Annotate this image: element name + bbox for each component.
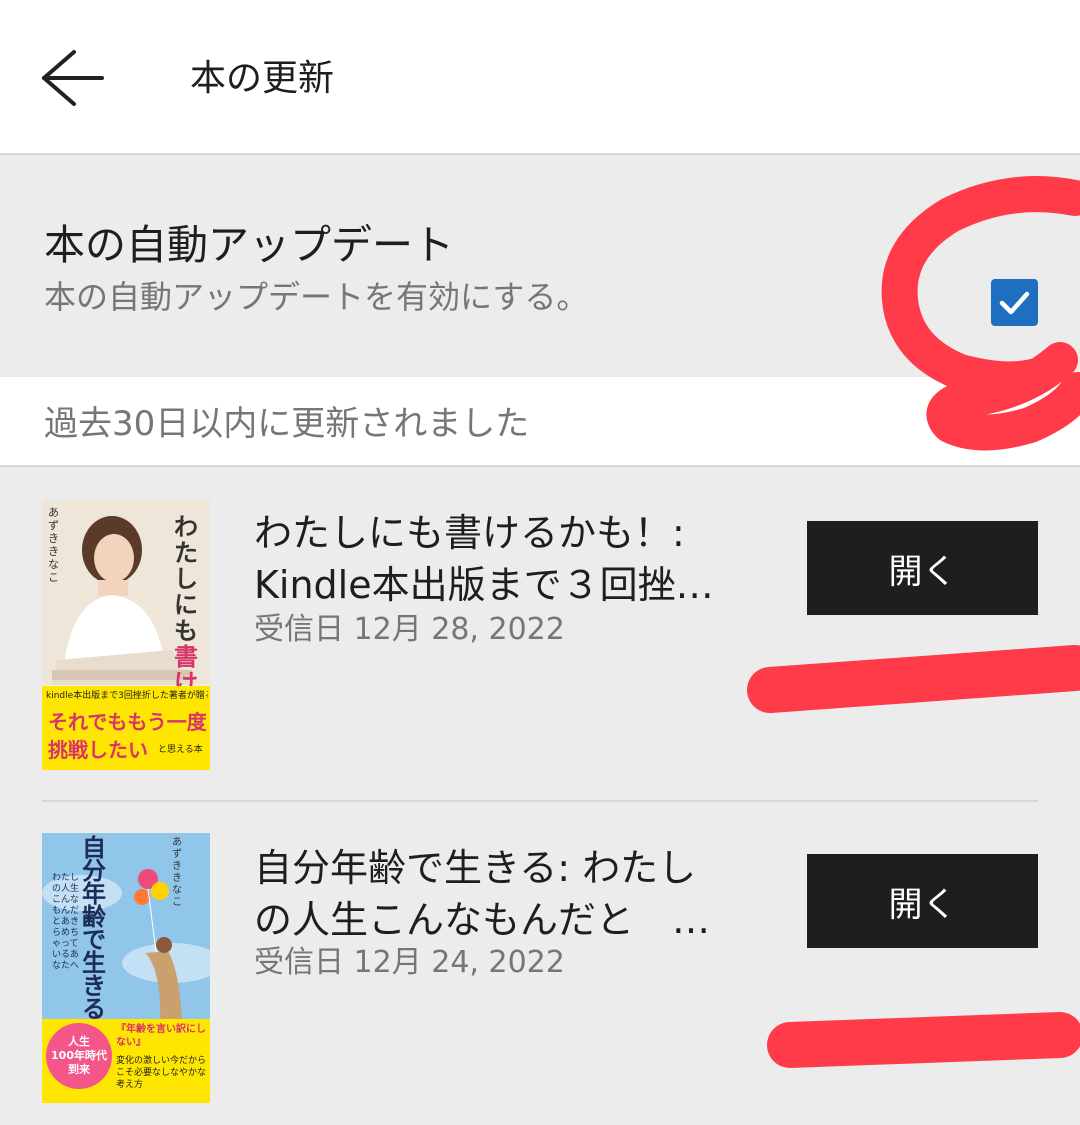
- cover-subtitle: わたしの人生こんなもんだとあきらめちゃっているあなたへ: [52, 873, 80, 971]
- section-header: 過去30日以内に更新されました: [0, 377, 1080, 467]
- page-title: 本の更新: [190, 58, 335, 99]
- cover-banner-small: と思える本: [158, 745, 203, 755]
- open-button[interactable]: 開く: [807, 854, 1038, 948]
- book-title-line: 自分年齢で生きる: わたし: [254, 846, 697, 890]
- cover-author: あずき きなこ: [172, 837, 182, 908]
- back-button[interactable]: [30, 40, 114, 116]
- book-title[interactable]: わたしにも書けるかも！: Kindle本出版まで３回挫…: [254, 507, 754, 611]
- app-bar: 本の更新: [0, 0, 1080, 155]
- cover-tagline: kindle本出版まで3回挫折した著者が贈る: [46, 691, 208, 701]
- cover-banner-line1: それでももう一度: [48, 710, 207, 734]
- book-title-line: わたしにも書けるかも！:: [254, 511, 685, 555]
- section-label: 過去30日以内に更新されました: [44, 404, 530, 444]
- auto-update-setting[interactable]: 本の自動アップデート 本の自動アップデートを有効にする。: [0, 155, 1080, 377]
- cover-badge: 人生 100年時代 到来: [46, 1023, 112, 1089]
- cover-quote: 『年齢を言い訳にしない』: [116, 1024, 206, 1048]
- book-title-line: Kindle本出版まで３回挫…: [254, 563, 714, 607]
- cover-title: 自分年齢で生きる: [82, 834, 106, 1023]
- cover-banner-line2: 挑戦したい: [48, 738, 148, 762]
- setting-title: 本の自動アップデート: [44, 221, 454, 269]
- book-list-item: あずき きなこ わたしにも書けるかも! kindle本出版まで3回挫折した著者が…: [0, 467, 1080, 770]
- cover-footer: 変化の激しい今だからこそ必要なしなやかな考え方: [116, 1056, 207, 1090]
- book-cover: あずき きなこ 自分年齢で生きる わたしの人生こんなもんだとあきらめちゃっている…: [42, 833, 210, 1103]
- received-date: 受信日 12月 28, 2022: [254, 612, 565, 647]
- received-date: 受信日 12月 24, 2022: [254, 945, 565, 980]
- arrow-left-icon: [42, 50, 104, 106]
- setting-description: 本の自動アップデートを有効にする。: [44, 278, 589, 316]
- book-cover: あずき きなこ わたしにも書けるかも! kindle本出版まで3回挫折した著者が…: [42, 500, 210, 770]
- auto-update-checkbox[interactable]: [991, 279, 1038, 326]
- book-title[interactable]: 自分年齢で生きる: わたし の人生こんなもんだと …: [254, 842, 754, 946]
- book-title-line: の人生こんなもんだと …: [254, 898, 711, 942]
- cover-author: あずき きなこ: [48, 506, 59, 584]
- open-button[interactable]: 開く: [807, 521, 1038, 615]
- book-list-item: あずき きなこ 自分年齢で生きる わたしの人生こんなもんだとあきらめちゃっている…: [0, 802, 1080, 1103]
- checkmark-icon: [999, 291, 1030, 315]
